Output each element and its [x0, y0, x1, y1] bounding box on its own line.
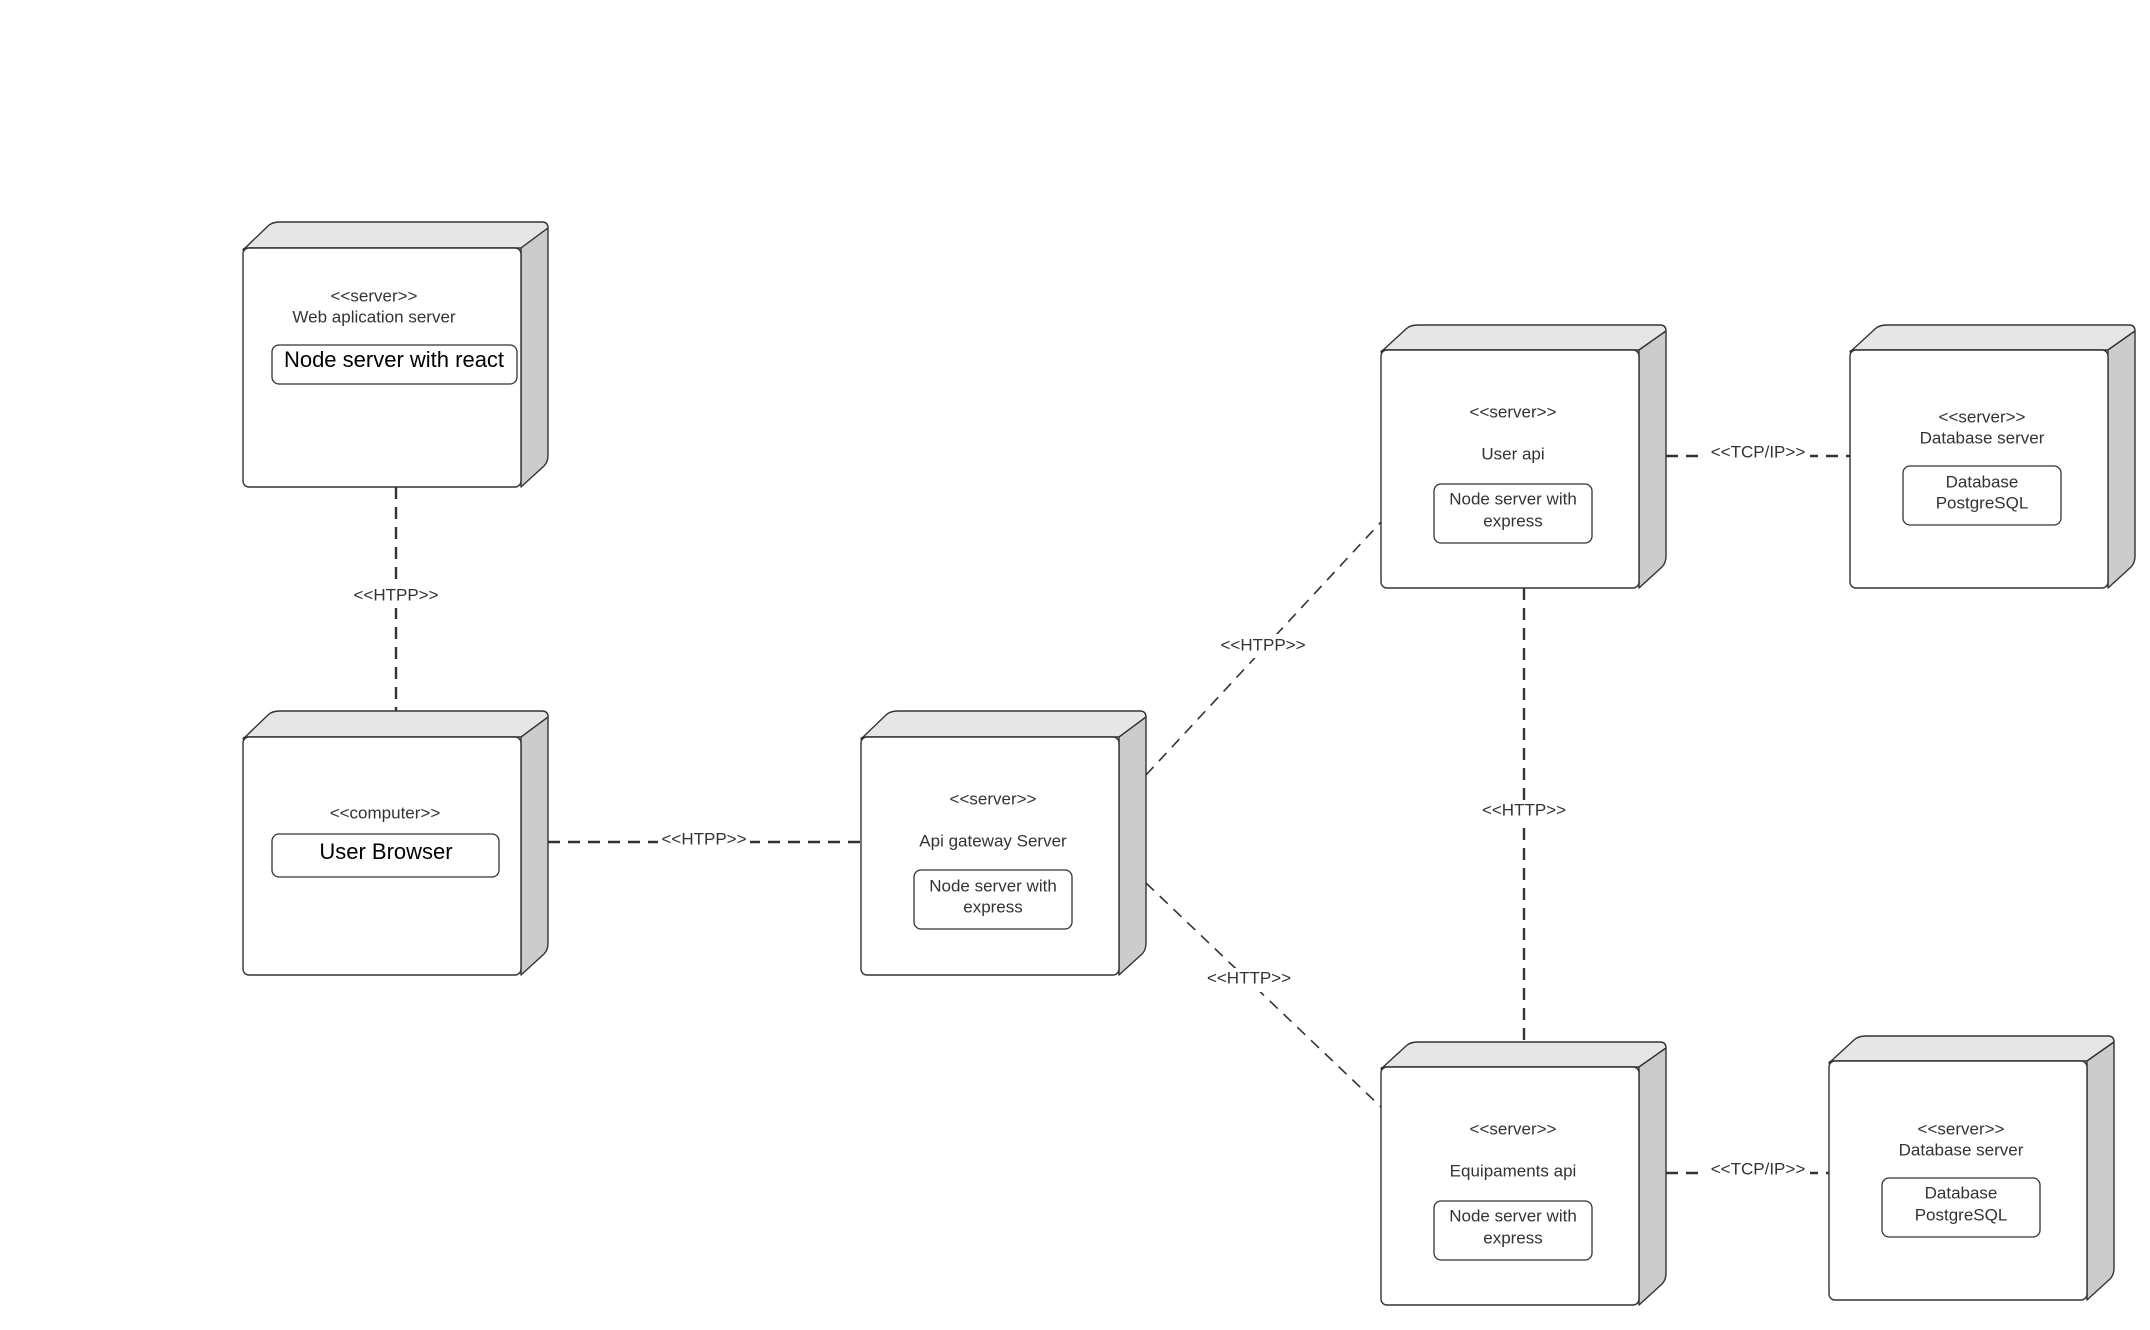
node-side-face [520, 716, 549, 976]
node-side-face [520, 227, 549, 488]
node-top-face [1380, 1041, 1667, 1070]
connector-gateway-equipaments[interactable]: <<HTTP>> [1145, 882, 1382, 1108]
node-name: Api gateway Server [919, 831, 1067, 850]
artifact-label: User Browser [319, 839, 452, 864]
node-user-api[interactable]: <<server>> User api Node server with exp… [1380, 324, 1667, 589]
node-side-face [1638, 1047, 1667, 1306]
node-side-face [1118, 716, 1147, 976]
node-name: Web aplication server [292, 307, 455, 326]
node-stereotype: <<computer>> [330, 803, 441, 822]
artifact-label-line-1: Database [1925, 1183, 1998, 1202]
node-database-server-1[interactable]: <<server>> Database server Database Post… [1849, 324, 2136, 589]
artifact-database-postgresql[interactable]: Database PostgreSQL [1881, 1177, 2041, 1238]
node-top-face [1380, 324, 1667, 353]
artifact-node-server-with-react[interactable]: Node server with react [271, 344, 518, 385]
node-name: User api [1481, 444, 1544, 463]
artifact-label-line-2: PostgreSQL [1936, 493, 2029, 512]
node-name: Database server [1899, 1140, 2024, 1159]
artifact-label-line-1: Node server with [1449, 489, 1577, 508]
node-side-face [2086, 1041, 2115, 1301]
node-front-face [1380, 1066, 1640, 1306]
connector-webapp-browser[interactable]: <<HTPP>> [348, 487, 444, 711]
node-front-face [1380, 349, 1640, 589]
node-stereotype: <<server>> [1918, 1119, 2005, 1138]
connector-label: <<HTTP>> [1482, 800, 1566, 819]
node-stereotype: <<server>> [1470, 402, 1557, 421]
artifact-label-line-1: Node server with [929, 876, 1057, 895]
connector-label: <<HTPP>> [1220, 635, 1305, 654]
node-stereotype: <<server>> [950, 789, 1037, 808]
deployment-diagram-canvas: <<HTPP>> <<HTPP>> <<HTPP>> <<HTTP>> <<HT… [242, 221, 2136, 1306]
node-api-gateway-server[interactable]: <<server>> Api gateway Server Node serve… [860, 710, 1147, 976]
artifact-node-server-with-express[interactable]: Node server with express [1433, 1200, 1593, 1261]
node-stereotype: <<server>> [1470, 1119, 1557, 1138]
connector-line[interactable] [1145, 882, 1382, 1108]
node-side-face [1638, 330, 1667, 589]
node-top-face [242, 221, 549, 251]
node-stereotype: <<server>> [331, 286, 418, 305]
node-equipaments-api[interactable]: <<server>> Equipaments api Node server w… [1380, 1041, 1667, 1306]
connector-userapi-database[interactable]: <<TCP/IP>> [1666, 442, 1850, 466]
connector-browser-gateway[interactable]: <<HTPP>> [548, 829, 861, 854]
artifact-label-line-1: Node server with [1449, 1206, 1577, 1225]
artifact-label-line-2: express [1483, 1228, 1543, 1247]
node-top-face [1849, 324, 2136, 353]
connector-label: <<HTTP>> [1207, 968, 1291, 987]
artifact-label-line-2: express [963, 897, 1023, 916]
node-top-face [860, 710, 1147, 740]
artifact-user-browser[interactable]: User Browser [271, 833, 500, 878]
artifact-database-postgresql[interactable]: Database PostgreSQL [1902, 465, 2062, 526]
artifact-label: Node server with react [284, 347, 504, 372]
node-name: Equipaments api [1450, 1161, 1577, 1180]
connector-label: <<TCP/IP>> [1711, 1159, 1806, 1178]
connector-label: <<TCP/IP>> [1711, 442, 1806, 461]
artifact-label-line-1: Database [1946, 472, 2019, 491]
node-top-face [1828, 1035, 2115, 1064]
connector-gateway-userapi[interactable]: <<HTPP>> [1145, 521, 1382, 776]
node-stereotype: <<server>> [1939, 407, 2026, 426]
artifact-node-server-with-express[interactable]: Node server with express [1433, 483, 1593, 544]
node-name: Database server [1920, 428, 2045, 447]
node-side-face [2107, 330, 2136, 589]
connector-label: <<HTPP>> [353, 585, 438, 604]
artifact-label-line-2: PostgreSQL [1915, 1205, 2008, 1224]
connector-userapi-equipaments[interactable]: <<HTTP>> [1478, 588, 1570, 1042]
node-user-browser[interactable]: <<computer>> User Browser [242, 710, 549, 976]
connector-equipaments-database[interactable]: <<TCP/IP>> [1666, 1159, 1829, 1183]
node-top-face [242, 710, 549, 740]
connector-label: <<HTPP>> [661, 829, 746, 848]
artifact-node-server-with-express[interactable]: Node server with express [913, 869, 1073, 930]
node-front-face [860, 736, 1120, 976]
artifact-label-line-2: express [1483, 511, 1543, 530]
node-web-application-server[interactable]: <<server>> Web aplication server Node se… [242, 221, 549, 488]
node-database-server-2[interactable]: <<server>> Database server Database Post… [1828, 1035, 2115, 1301]
